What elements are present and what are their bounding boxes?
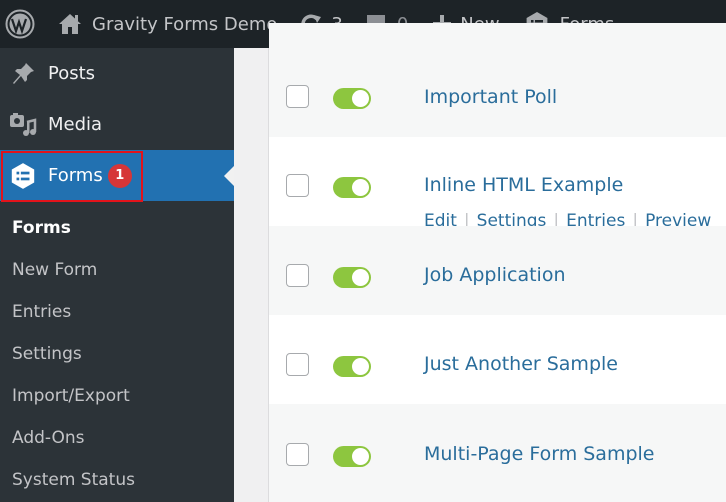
media-icon <box>8 112 38 138</box>
form-title-link[interactable]: Inline HTML Example <box>424 174 623 196</box>
form-title-link[interactable]: Important Poll <box>424 86 557 108</box>
form-title-link[interactable]: Multi-Page Form Sample <box>424 443 654 465</box>
submenu-item-forms[interactable]: Forms <box>0 207 234 249</box>
forms-table: Important Poll Inline HTML Example Edit … <box>268 23 726 502</box>
sidebar-item-label: Posts <box>48 63 96 84</box>
notification-badge: 1 <box>107 163 132 188</box>
sidebar-item-forms[interactable]: Forms 1 <box>0 150 234 202</box>
table-row: Inline HTML Example Edit | Settings | En… <box>269 137 726 231</box>
submenu-item-system-status[interactable]: System Status <box>0 459 234 501</box>
table-row: Important Poll <box>269 48 726 137</box>
active-toggle[interactable] <box>333 88 371 109</box>
table-row: Multi-Page Form Sample <box>269 404 726 502</box>
active-toggle[interactable] <box>333 356 371 377</box>
toggle-knob <box>352 179 369 196</box>
row-checkbox[interactable] <box>286 353 309 376</box>
sidebar-item-label: Forms <box>48 165 103 186</box>
toggle-knob <box>352 90 369 107</box>
row-checkbox[interactable] <box>286 174 309 197</box>
site-name: Gravity Forms Demo <box>92 13 278 35</box>
wordpress-logo-button[interactable] <box>0 0 40 48</box>
row-checkbox[interactable] <box>286 85 309 108</box>
active-toggle[interactable] <box>333 177 371 198</box>
current-menu-arrow <box>224 165 234 186</box>
sidebar-item-media[interactable]: Media <box>0 99 234 150</box>
form-title-link[interactable]: Job Application <box>424 264 566 286</box>
toggle-knob <box>352 358 369 375</box>
site-name-link[interactable]: Gravity Forms Demo <box>58 0 277 48</box>
form-title-link[interactable]: Just Another Sample <box>424 353 618 375</box>
active-toggle[interactable] <box>333 446 371 467</box>
main-content: Important Poll Inline HTML Example Edit … <box>234 23 726 502</box>
toggle-knob <box>352 448 369 465</box>
table-row: Just Another Sample <box>269 315 726 404</box>
table-row: Job Application <box>269 226 726 315</box>
wordpress-icon <box>5 9 35 39</box>
pin-icon <box>8 61 38 87</box>
submenu-item-settings[interactable]: Settings <box>0 333 234 375</box>
submenu-item-add-ons[interactable]: Add-Ons <box>0 417 234 459</box>
forms-submenu: Forms New Form Entries Settings Import/E… <box>0 201 234 501</box>
row-checkbox[interactable] <box>286 264 309 287</box>
home-icon <box>58 13 82 35</box>
submenu-item-entries[interactable]: Entries <box>0 291 234 333</box>
admin-sidebar: Posts Media Forms 1 Forms New Form Entri… <box>0 48 234 502</box>
table-row-partial <box>269 23 726 48</box>
active-toggle[interactable] <box>333 267 371 288</box>
toggle-knob <box>352 269 369 286</box>
sidebar-item-posts[interactable]: Posts <box>0 48 234 99</box>
gravity-forms-icon <box>8 162 38 190</box>
sidebar-item-label: Media <box>48 114 103 135</box>
row-checkbox[interactable] <box>286 443 309 466</box>
submenu-item-import-export[interactable]: Import/Export <box>0 375 234 417</box>
submenu-item-new-form[interactable]: New Form <box>0 249 234 291</box>
